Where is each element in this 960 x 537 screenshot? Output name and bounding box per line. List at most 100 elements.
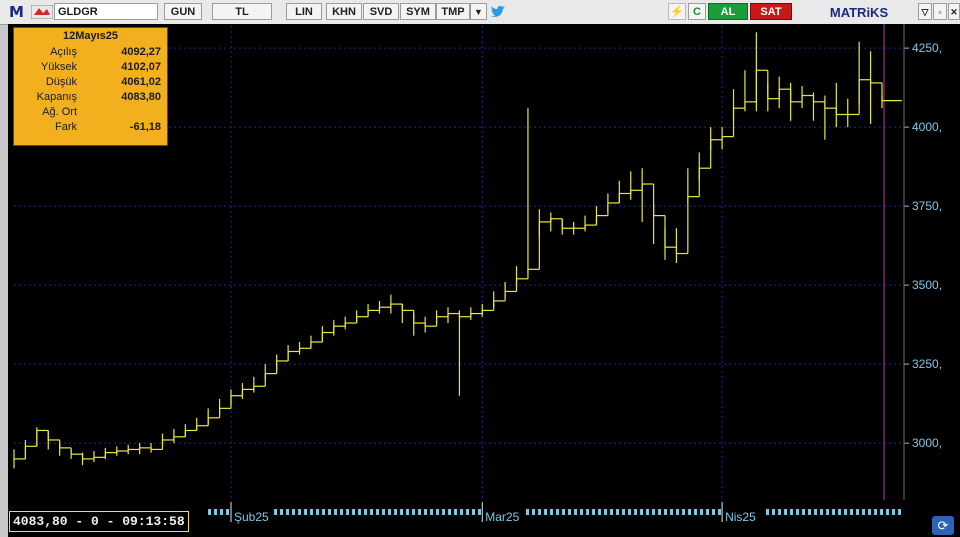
y-tick-label: 3250, (912, 357, 942, 371)
date-tick (616, 509, 619, 515)
ohlc-info-panel: 12Mayıs25 Açılış 4092,27 Yüksek 4102,07 Dü… (13, 27, 168, 146)
date-tick (664, 509, 667, 515)
date-tick (718, 509, 721, 515)
date-tick (586, 509, 589, 515)
date-tick (550, 509, 553, 515)
month-label: Şub25 (234, 510, 269, 524)
symbol-field[interactable]: GLDGR (54, 3, 158, 20)
restore-icon[interactable]: ▫ (933, 3, 947, 20)
date-tick (688, 509, 691, 515)
month-label: Nis25 (725, 510, 756, 524)
lightning-icon[interactable]: ⚡ (668, 3, 686, 20)
currency-tl-button[interactable]: TL (212, 3, 272, 20)
date-tick (796, 509, 799, 515)
date-tick (394, 509, 397, 515)
info-label-close: Kapanış (36, 91, 77, 103)
refresh-icon[interactable]: ⟳ (932, 516, 954, 535)
date-tick (790, 509, 793, 515)
date-tick (568, 509, 571, 515)
date-tick (880, 509, 883, 515)
date-tick (544, 509, 547, 515)
date-tick (220, 509, 223, 515)
date-tick (640, 509, 643, 515)
info-label-diff: Fark (55, 121, 77, 133)
info-label-open: Açılış (50, 46, 77, 58)
date-tick (658, 509, 661, 515)
sell-button[interactable]: SAT (750, 3, 792, 20)
date-tick (700, 509, 703, 515)
y-tick-label: 3500, (912, 278, 942, 292)
date-tick (322, 509, 325, 515)
date-tick (628, 509, 631, 515)
date-tick (328, 509, 331, 515)
refresh-c-button[interactable]: C (688, 3, 706, 20)
date-tick (538, 509, 541, 515)
date-tick (226, 509, 229, 515)
minimize-icon[interactable]: ▽ (918, 3, 932, 20)
date-tick (838, 509, 841, 515)
date-tick (280, 509, 283, 515)
date-tick (850, 509, 853, 515)
date-tick (832, 509, 835, 515)
date-tick (766, 509, 769, 515)
date-tick (340, 509, 343, 515)
info-value-low: 4061,02 (121, 76, 161, 88)
dropdown-arrow-icon[interactable]: ▼ (470, 3, 487, 20)
date-tick (820, 509, 823, 515)
date-tick (442, 509, 445, 515)
close-icon[interactable]: ✕ (948, 3, 960, 20)
info-value-diff: -61,18 (129, 121, 161, 133)
date-tick (598, 509, 601, 515)
khn-button[interactable]: KHN (326, 3, 362, 20)
y-tick-label: 4000, (912, 120, 942, 134)
info-date: 12Mayıs25 (62, 30, 119, 42)
matriks-logo[interactable]: M (9, 3, 24, 21)
date-tick (286, 509, 289, 515)
date-tick (652, 509, 655, 515)
date-tick (478, 509, 481, 515)
date-tick (712, 509, 715, 515)
date-tick (304, 509, 307, 515)
info-label-high: Yüksek (40, 61, 77, 73)
date-tick (898, 509, 901, 515)
date-tick (298, 509, 301, 515)
date-tick (274, 509, 277, 515)
info-value-open: 4092,27 (121, 46, 161, 58)
info-value-close: 4083,80 (121, 91, 161, 103)
date-tick (400, 509, 403, 515)
date-tick (868, 509, 871, 515)
twitter-icon[interactable] (490, 5, 506, 19)
buy-button[interactable]: AL (708, 3, 748, 20)
date-tick (592, 509, 595, 515)
date-tick (844, 509, 847, 515)
toolbar: M GLDGR GUN TL LIN KHN SVD SYM TMP ▼ ⚡ C… (0, 0, 960, 25)
date-tick (604, 509, 607, 515)
svd-button[interactable]: SVD (363, 3, 399, 20)
date-tick (778, 509, 781, 515)
tmp-button[interactable]: TMP (436, 3, 470, 20)
date-tick (874, 509, 877, 515)
date-tick (676, 509, 679, 515)
date-tick (406, 509, 409, 515)
sym-button[interactable]: SYM (400, 3, 436, 20)
date-tick (418, 509, 421, 515)
flag-icon[interactable] (31, 5, 53, 19)
date-tick (472, 509, 475, 515)
date-tick (466, 509, 469, 515)
info-value-high: 4102,07 (121, 61, 161, 73)
date-tick (826, 509, 829, 515)
date-tick (856, 509, 859, 515)
date-tick (448, 509, 451, 515)
date-tick (562, 509, 565, 515)
date-tick (574, 509, 577, 515)
date-tick (412, 509, 415, 515)
date-tick (352, 509, 355, 515)
period-gun-button[interactable]: GUN (164, 3, 202, 20)
date-tick (214, 509, 217, 515)
date-tick (208, 509, 211, 515)
scale-lin-button[interactable]: LIN (286, 3, 322, 20)
date-tick (376, 509, 379, 515)
date-tick (772, 509, 775, 515)
date-tick (460, 509, 463, 515)
date-tick (526, 509, 529, 515)
